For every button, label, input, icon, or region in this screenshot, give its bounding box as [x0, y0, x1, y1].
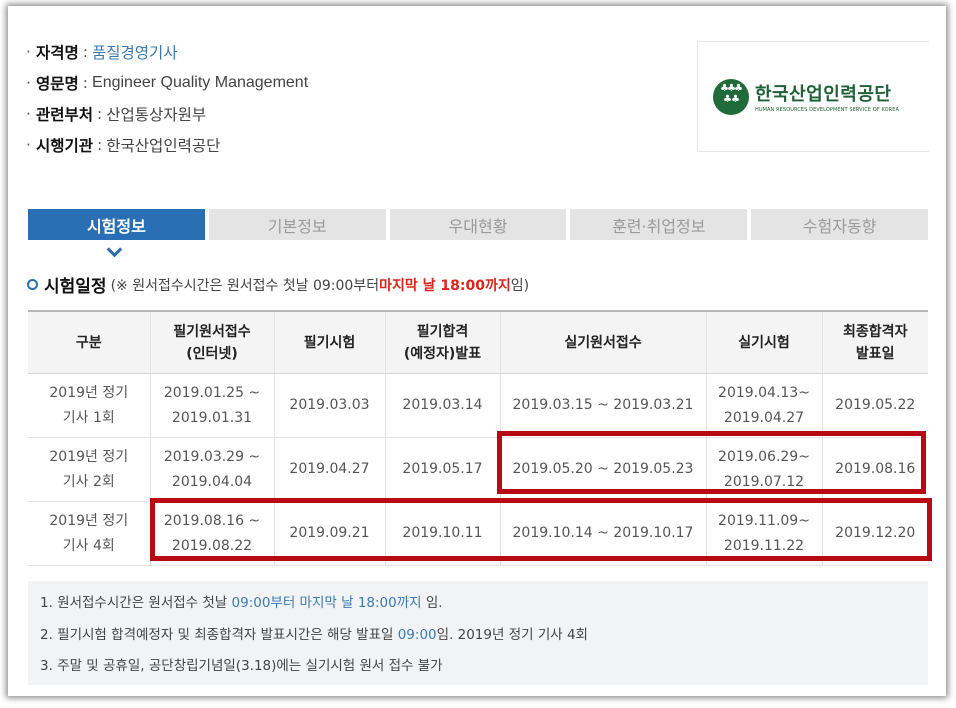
info-row-name: · 자격명 : 품질경영기사: [26, 41, 178, 63]
tab-exam-info[interactable]: 시험정보: [28, 209, 205, 240]
header-final-result: 최종합격자 발표일: [821, 310, 928, 374]
page-frame: · 자격명 : 품질경영기사 · 영문명 : Engineer Quality …: [8, 6, 946, 696]
info-value: Engineer Quality Management: [92, 73, 309, 91]
info-label: 관련부처: [36, 105, 94, 124]
section-title: 시험일정: [44, 277, 107, 297]
chevron-down-icon: [106, 241, 123, 258]
info-row-ministry: · 관련부처 : 산업통상자원부: [26, 104, 207, 124]
cell-written-application: 2019.01.25 ~2019.01.31: [149, 373, 274, 438]
header-written-result: 필기합격 (예정자)발표: [384, 310, 500, 374]
header-written-application: 필기원서접수 (인터넷): [149, 310, 274, 374]
info-row-english-name: · 영문명 : Engineer Quality Management: [26, 73, 309, 93]
highlight-box-round2: [497, 431, 926, 494]
cell-written-result: 2019.05.17: [384, 437, 500, 502]
cell-session: 2019년 정기 기사 1회: [28, 373, 150, 438]
info-label: 영문명: [36, 74, 79, 93]
qualification-info: · 자격명 : 품질경영기사 · 영문명 : Engineer Quality …: [26, 36, 426, 160]
header-written-exam: 필기시험: [273, 310, 385, 374]
deadline-highlight: 마지막 날 18:00까지: [379, 277, 511, 294]
tab-basic-info[interactable]: 기본정보: [208, 209, 386, 240]
tab-preference[interactable]: 우대현황: [389, 209, 567, 240]
table-header-row: 구분 필기원서접수 (인터넷) 필기시험 필기합격 (예정자)발표 실기원서접수 실…: [28, 310, 928, 374]
cell-written-exam: 2019.04.27: [273, 437, 385, 502]
cell-final-result: 2019.05.22: [821, 373, 928, 438]
cell-session: 2019년 정기 기사 2회: [28, 437, 150, 502]
highlight-box-round4: [150, 498, 932, 561]
logo-name-english: HUMAN RESOURCES DEVELOPMENT SERVICE OF K…: [755, 107, 899, 113]
logo-people-icon: ♣ ♣ ♣ ♣ ♣: [713, 78, 749, 115]
cell-practical-application: 2019.03.15 ~ 2019.03.21: [499, 373, 706, 438]
cell-written-exam: 2019.03.03: [273, 373, 385, 438]
info-value: 산업통상자원부: [106, 105, 207, 124]
info-label: 시행기관: [36, 136, 94, 155]
logo-name-korean: 한국산업인력공단: [755, 84, 892, 105]
tab-training-employment[interactable]: 훈련·취업정보: [570, 209, 748, 240]
tab-examinee-trends[interactable]: 수험자동향: [751, 209, 928, 240]
schedule-heading: 시험일정 (※ 원서접수시간은 원서접수 첫날 09:00부터 마지막 날 18…: [27, 272, 529, 297]
info-value-link[interactable]: 품질경영기사: [92, 41, 178, 63]
cell-written-application: 2019.03.29 ~2019.04.04: [149, 437, 274, 502]
note-item: 1. 원서접수시간은 원서접수 첫날 09:00부터 마지막 날 18:00까지…: [40, 595, 443, 611]
notes-box: 1. 원서접수시간은 원서접수 첫날 09:00부터 마지막 날 18:00까지…: [28, 581, 928, 685]
cell-session: 2019년 정기 기사 4회: [28, 501, 150, 566]
header-practical-exam: 실기시험: [705, 310, 822, 374]
cell-written-result: 2019.03.14: [384, 373, 500, 438]
cell-practical-exam: 2019.04.13~ 2019.04.27: [705, 373, 822, 438]
info-value: 한국산업인력공단: [106, 136, 221, 155]
note-item: 3. 주말 및 공휴일, 공단창립기념일(3.18)에는 실기시험 원서 접수 …: [40, 658, 443, 674]
header-practical-application: 실기원서접수: [499, 310, 706, 374]
agency-logo: ♣ ♣ ♣ ♣ ♣ 한국산업인력공단 HUMAN RESOURCES DEVELOPM…: [697, 41, 929, 152]
note-item: 2. 필기시험 합격예정자 및 최종합격자 발표시간은 해당 발표일 09:00…: [40, 627, 588, 643]
header-category: 구분: [28, 310, 150, 374]
table-row: 2019년 정기 기사 1회 2019.01.25 ~2019.01.31 201…: [28, 373, 928, 438]
tab-bar: 시험정보 기본정보 우대현황 훈련·취업정보 수험자동향: [28, 209, 928, 240]
info-label: 자격명: [36, 43, 79, 62]
info-row-agency: · 시행기관 : 한국산업인력공단: [26, 135, 221, 155]
bullet-ring-icon: [27, 279, 38, 290]
